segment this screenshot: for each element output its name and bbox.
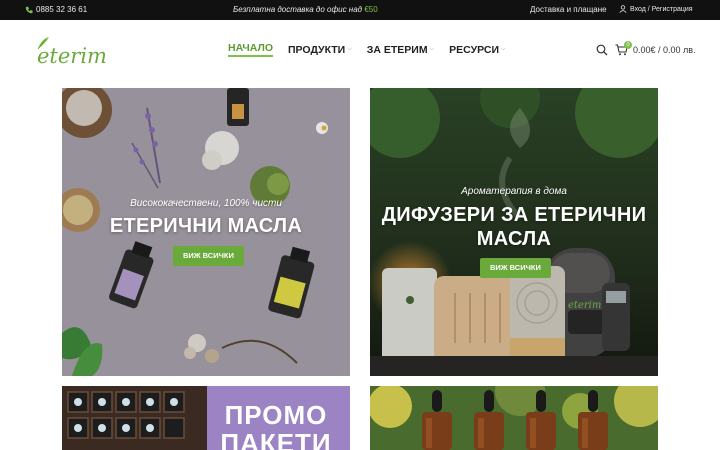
nav-label: РЕСУРСИ bbox=[449, 43, 499, 56]
logo-text: eterim bbox=[37, 44, 107, 67]
promo-title-line2: ПАКЕТИ bbox=[220, 428, 332, 450]
top-bar: 0885 32 36 61 Безплатна доставка до офис… bbox=[0, 0, 720, 20]
promo-text: Безплатна доставка до офис над bbox=[233, 5, 365, 14]
phone-icon bbox=[25, 6, 33, 13]
delivery-payment-link[interactable]: Доставка и плащане bbox=[530, 5, 607, 14]
chevron-down-icon: ⌵ bbox=[347, 46, 352, 52]
promo-packs-banner[interactable]: ПРОМО ПАКЕТИ bbox=[62, 386, 350, 450]
nav-item-products[interactable]: ПРОДУКТИ ⌵ bbox=[288, 42, 352, 57]
user-icon bbox=[619, 5, 627, 13]
site-logo[interactable]: eterim bbox=[35, 35, 107, 67]
account-label: Вход / Регистрация bbox=[630, 5, 693, 13]
phone-contact[interactable]: 0885 32 36 61 bbox=[25, 5, 87, 14]
phone-number: 0885 32 36 61 bbox=[36, 5, 88, 14]
dropper-bottles-banner[interactable] bbox=[370, 386, 658, 450]
banner-subtitle: Висококачествени, 100% чисти bbox=[130, 198, 282, 209]
dropper-bottles-image bbox=[370, 386, 658, 450]
banner-title-line2: МАСЛА bbox=[476, 228, 552, 250]
free-shipping-notice: Безплатна доставка до офис над €50 bbox=[233, 5, 378, 14]
essential-oils-banner[interactable]: Висококачествени, 100% чисти ЕТЕРИЧНИ МА… bbox=[62, 88, 350, 376]
promo-amount: €50 bbox=[364, 5, 378, 14]
banner-subtitle: Ароматерапия в дома bbox=[461, 186, 567, 197]
search-icon[interactable] bbox=[596, 44, 608, 56]
nav-item-about[interactable]: ЗА ЕТЕРИМ ⌵ bbox=[367, 42, 434, 57]
cart-total[interactable]: 0.00€ / 0.00 лв. bbox=[633, 45, 696, 55]
view-all-button[interactable]: ВИЖ ВСИЧКИ bbox=[480, 258, 551, 278]
nav-item-resources[interactable]: РЕСУРСИ ⌵ bbox=[449, 42, 505, 57]
diffusers-banner[interactable]: eterim Ароматерапия в дома ДИФУЗЕРИ ЗА Е… bbox=[370, 88, 658, 376]
chevron-down-icon: ⌵ bbox=[429, 46, 435, 52]
nav-item-home[interactable]: НАЧАЛО bbox=[228, 42, 273, 57]
nav-label: ЗА ЕТЕРИМ bbox=[366, 43, 428, 56]
nav-label: НАЧАЛО bbox=[228, 42, 273, 54]
nav-label: ПРОДУКТИ bbox=[288, 43, 346, 56]
login-register-link[interactable]: Вход / Регистрация bbox=[619, 5, 693, 13]
chevron-down-icon: ⌵ bbox=[501, 46, 506, 52]
main-navigation: НАЧАЛО ПРОДУКТИ ⌵ ЗА ЕТЕРИМ ⌵ РЕСУРСИ ⌵ bbox=[228, 42, 506, 57]
banner-title-line1: ДИФУЗЕРИ ЗА ЕТЕРИЧНИ bbox=[381, 204, 647, 226]
promo-title-line1: ПРОМО bbox=[224, 400, 328, 430]
view-all-button[interactable]: ВИЖ ВСИЧКИ bbox=[173, 246, 244, 266]
cart-count-badge: 0 bbox=[624, 41, 632, 49]
banner-title: ЕТЕРИЧНИ МАСЛА bbox=[109, 215, 303, 237]
